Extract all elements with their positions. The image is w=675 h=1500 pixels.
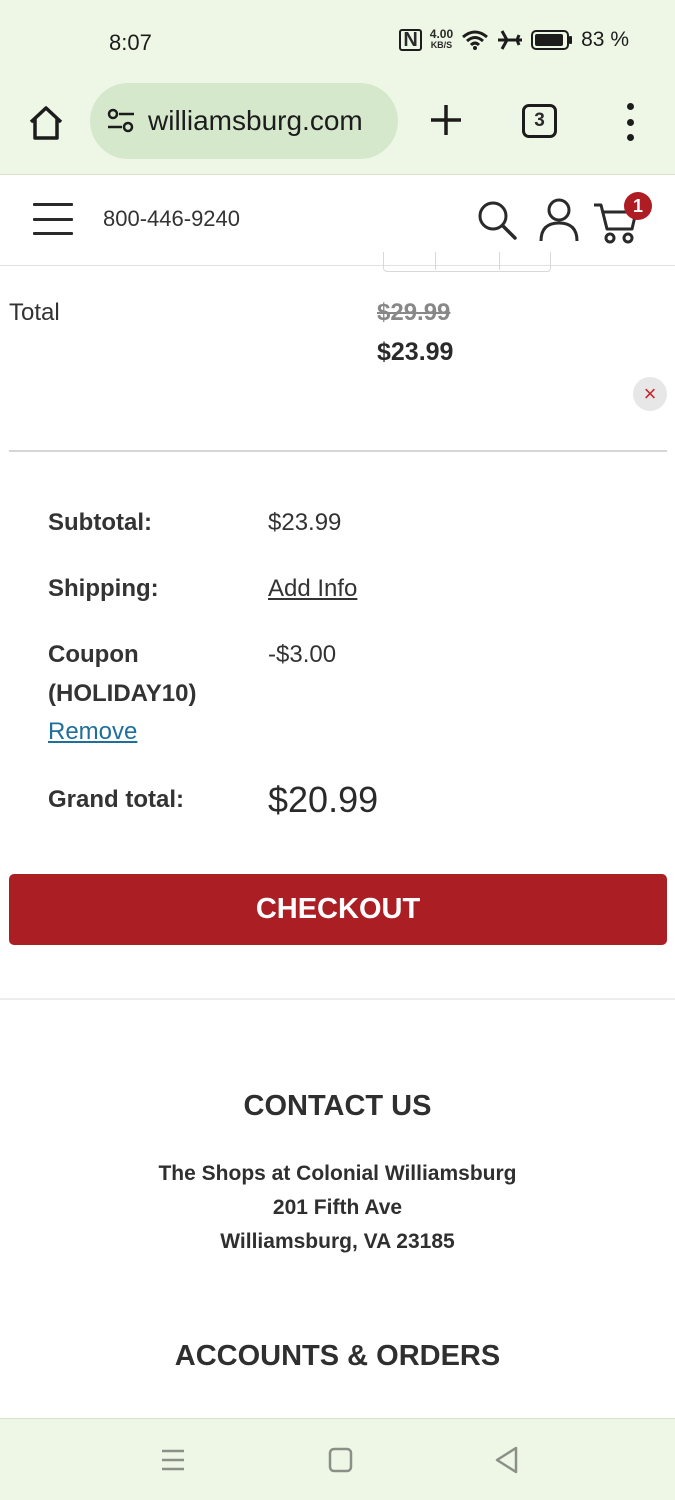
item-total-label: Total xyxy=(9,299,60,326)
remove-item-button[interactable]: × xyxy=(633,377,667,411)
nfc-icon: N xyxy=(399,29,422,51)
system-nav-bar xyxy=(0,1418,675,1500)
quantity-stepper[interactable] xyxy=(383,252,551,272)
battery-percent: 83 % xyxy=(581,28,629,51)
home-icon xyxy=(29,106,63,140)
home-button[interactable] xyxy=(24,101,68,145)
network-speed: 4.00 KB/S xyxy=(429,27,454,50)
search-icon[interactable] xyxy=(476,199,518,241)
plus-icon[interactable] xyxy=(426,100,466,140)
status-icons: N 4.00 KB/S 83 % xyxy=(399,28,629,52)
home-nav-icon[interactable] xyxy=(322,1443,358,1477)
address-line: 201 Fifth Ave xyxy=(272,1196,403,1219)
more-vert-icon[interactable] xyxy=(620,103,640,141)
user-icon[interactable] xyxy=(538,197,580,243)
status-bar: 8:07 N 4.00 KB/S 83 % xyxy=(0,0,675,85)
wifi-icon xyxy=(462,30,489,50)
contact-us-heading: CONTACT US xyxy=(243,1090,432,1122)
back-icon[interactable] xyxy=(489,1443,525,1477)
address-bar[interactable]: williamsburg.com xyxy=(90,83,398,159)
original-price: $29.99 xyxy=(377,299,451,326)
airplane-icon xyxy=(498,30,523,50)
browser-toolbar: williamsburg.com 3 xyxy=(0,83,675,175)
coupon-code: (HOLIDAY10) xyxy=(48,680,197,707)
address-line: Williamsburg, VA 23185 xyxy=(220,1230,455,1253)
coupon-value: -$3.00 xyxy=(268,641,337,668)
site-header: 800-446-9240 xyxy=(0,175,675,266)
battery-icon xyxy=(531,30,573,50)
url-text: williamsburg.com xyxy=(148,105,363,136)
accounts-orders-heading: ACCOUNTS & ORDERS xyxy=(174,1340,501,1372)
menu-icon[interactable] xyxy=(33,203,73,235)
sale-price: $23.99 xyxy=(377,338,454,366)
coupon-label: Coupon xyxy=(48,641,139,668)
subtotal-value: $23.99 xyxy=(268,509,342,536)
address-line: The Shops at Colonial Williamsburg xyxy=(158,1162,517,1185)
phone-number[interactable]: 800-446-9240 xyxy=(103,206,240,232)
divider xyxy=(0,998,675,1000)
divider xyxy=(9,450,667,452)
site-settings-icon[interactable] xyxy=(104,104,138,138)
add-shipping-info-link[interactable]: Add Info xyxy=(268,575,357,603)
tabs-button[interactable]: 3 xyxy=(522,104,557,138)
subtotal-label: Subtotal: xyxy=(48,509,152,536)
grand-total-value: $20.99 xyxy=(268,779,379,820)
shipping-label: Shipping: xyxy=(48,575,159,602)
status-time: 8:07 xyxy=(109,30,152,55)
cart-count-badge: 1 xyxy=(624,192,652,220)
checkout-button[interactable]: CHECKOUT xyxy=(9,874,667,945)
recents-icon[interactable] xyxy=(155,1443,191,1477)
grand-total-label: Grand total: xyxy=(48,786,184,813)
remove-coupon-link[interactable]: Remove xyxy=(48,718,137,746)
